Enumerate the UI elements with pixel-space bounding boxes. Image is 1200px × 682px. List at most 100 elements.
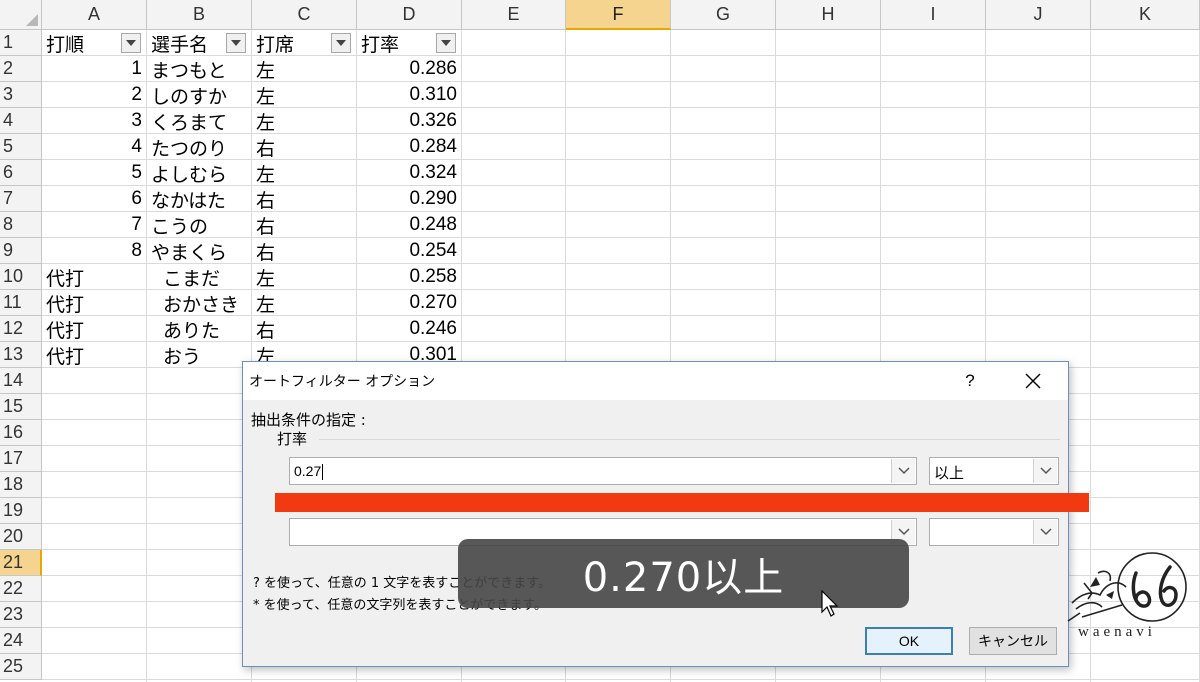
data-cell[interactable]: 1: [42, 56, 146, 82]
row-header-24[interactable]: 24: [0, 628, 42, 654]
row-header-3[interactable]: 3: [0, 82, 42, 108]
row-header-13[interactable]: 13: [0, 342, 42, 368]
data-cell[interactable]: 0.324: [357, 160, 461, 186]
row-header-18[interactable]: 18: [0, 472, 42, 498]
condition1-operator-combo[interactable]: 以上: [929, 457, 1059, 485]
column-header-i[interactable]: I: [881, 0, 986, 30]
data-cell[interactable]: 右: [252, 186, 356, 212]
condition1-value-dropdown[interactable]: [891, 459, 915, 483]
data-cell[interactable]: 左: [252, 264, 356, 290]
data-cell[interactable]: 0.246: [357, 316, 461, 342]
row-header-19[interactable]: 19: [0, 498, 42, 524]
data-cell[interactable]: 左: [252, 160, 356, 186]
column-header-j[interactable]: J: [986, 0, 1091, 30]
condition1-value-combo[interactable]: 0.27: [289, 457, 917, 485]
data-cell[interactable]: 0.270: [357, 290, 461, 316]
data-cell[interactable]: 右: [252, 134, 356, 160]
header-cell[interactable]: 打率: [357, 30, 435, 56]
data-cell[interactable]: 右: [252, 212, 356, 238]
row-header-23[interactable]: 23: [0, 602, 42, 628]
data-cell[interactable]: 0.248: [357, 212, 461, 238]
row-header-14[interactable]: 14: [0, 368, 42, 394]
data-cell[interactable]: 代打: [42, 342, 146, 368]
data-cell[interactable]: やまくら: [147, 238, 251, 264]
data-cell[interactable]: 0.254: [357, 238, 461, 264]
column-header-f[interactable]: F: [566, 0, 671, 30]
row-header-5[interactable]: 5: [0, 134, 42, 160]
data-cell[interactable]: 0.286: [357, 56, 461, 82]
row-header-2[interactable]: 2: [0, 56, 42, 82]
row-header-10[interactable]: 10: [0, 264, 42, 290]
row-header-21[interactable]: 21: [0, 550, 42, 576]
data-cell[interactable]: 0.310: [357, 82, 461, 108]
help-button[interactable]: ?: [957, 368, 983, 394]
header-cell[interactable]: 打順: [42, 30, 120, 56]
filter-dropdown-button[interactable]: [331, 33, 351, 53]
condition2-operator-dropdown[interactable]: [1033, 520, 1057, 544]
data-cell[interactable]: おかさき: [147, 290, 251, 316]
column-header-g[interactable]: G: [671, 0, 776, 30]
column-header-a[interactable]: A: [42, 0, 147, 30]
data-cell[interactable]: 代打: [42, 264, 146, 290]
data-cell[interactable]: 0.326: [357, 108, 461, 134]
data-cell[interactable]: 左: [252, 56, 356, 82]
data-cell[interactable]: よしむら: [147, 160, 251, 186]
ok-button[interactable]: OK: [865, 627, 953, 655]
row-header-4[interactable]: 4: [0, 108, 42, 134]
condition2-operator-combo[interactable]: [929, 518, 1059, 546]
data-cell[interactable]: おう: [147, 342, 251, 368]
column-header-b[interactable]: B: [147, 0, 252, 30]
data-cell[interactable]: 0.290: [357, 186, 461, 212]
close-button[interactable]: [1013, 365, 1053, 397]
row-header-17[interactable]: 17: [0, 446, 42, 472]
column-header-e[interactable]: E: [462, 0, 566, 30]
data-cell[interactable]: 2: [42, 82, 146, 108]
cancel-button[interactable]: キャンセル: [969, 627, 1057, 655]
row-header-25[interactable]: 25: [0, 654, 42, 680]
column-header-c[interactable]: C: [252, 0, 357, 30]
data-cell[interactable]: 7: [42, 212, 146, 238]
data-cell[interactable]: こうの: [147, 212, 251, 238]
row-header-20[interactable]: 20: [0, 524, 42, 550]
row-header-9[interactable]: 9: [0, 238, 42, 264]
row-header-8[interactable]: 8: [0, 212, 42, 238]
row-header-15[interactable]: 15: [0, 394, 42, 420]
data-cell[interactable]: なかはた: [147, 186, 251, 212]
data-cell[interactable]: 6: [42, 186, 146, 212]
data-cell[interactable]: 代打: [42, 290, 146, 316]
data-cell[interactable]: こまだ: [147, 264, 251, 290]
data-cell[interactable]: 左: [252, 82, 356, 108]
data-cell[interactable]: 4: [42, 134, 146, 160]
column-header-k[interactable]: K: [1091, 0, 1200, 30]
data-cell[interactable]: 0.258: [357, 264, 461, 290]
data-cell[interactable]: しのすか: [147, 82, 251, 108]
data-cell[interactable]: 左: [252, 290, 356, 316]
header-cell[interactable]: 打席: [252, 30, 330, 56]
data-cell[interactable]: 3: [42, 108, 146, 134]
data-cell[interactable]: 8: [42, 238, 146, 264]
header-cell[interactable]: 選手名: [147, 30, 225, 56]
data-cell[interactable]: 左: [252, 108, 356, 134]
select-all-corner[interactable]: [0, 0, 42, 30]
filter-dropdown-button[interactable]: [121, 33, 141, 53]
row-header-6[interactable]: 6: [0, 160, 42, 186]
condition1-operator-dropdown[interactable]: [1033, 459, 1057, 483]
row-header-1[interactable]: 1: [0, 30, 42, 56]
column-header-d[interactable]: D: [357, 0, 462, 30]
data-cell[interactable]: 0.284: [357, 134, 461, 160]
row-header-7[interactable]: 7: [0, 186, 42, 212]
row-header-11[interactable]: 11: [0, 290, 42, 316]
filter-dropdown-button[interactable]: [436, 33, 456, 53]
filter-dropdown-button[interactable]: [226, 33, 246, 53]
data-cell[interactable]: 代打: [42, 316, 146, 342]
data-cell[interactable]: まつもと: [147, 56, 251, 82]
row-header-16[interactable]: 16: [0, 420, 42, 446]
data-cell[interactable]: たつのり: [147, 134, 251, 160]
data-cell[interactable]: 右: [252, 316, 356, 342]
row-header-22[interactable]: 22: [0, 576, 42, 602]
row-header-12[interactable]: 12: [0, 316, 42, 342]
column-header-h[interactable]: H: [776, 0, 881, 30]
dialog-titlebar[interactable]: オートフィルター オプション ?: [243, 362, 1068, 400]
data-cell[interactable]: ありた: [147, 316, 251, 342]
data-cell[interactable]: 5: [42, 160, 146, 186]
